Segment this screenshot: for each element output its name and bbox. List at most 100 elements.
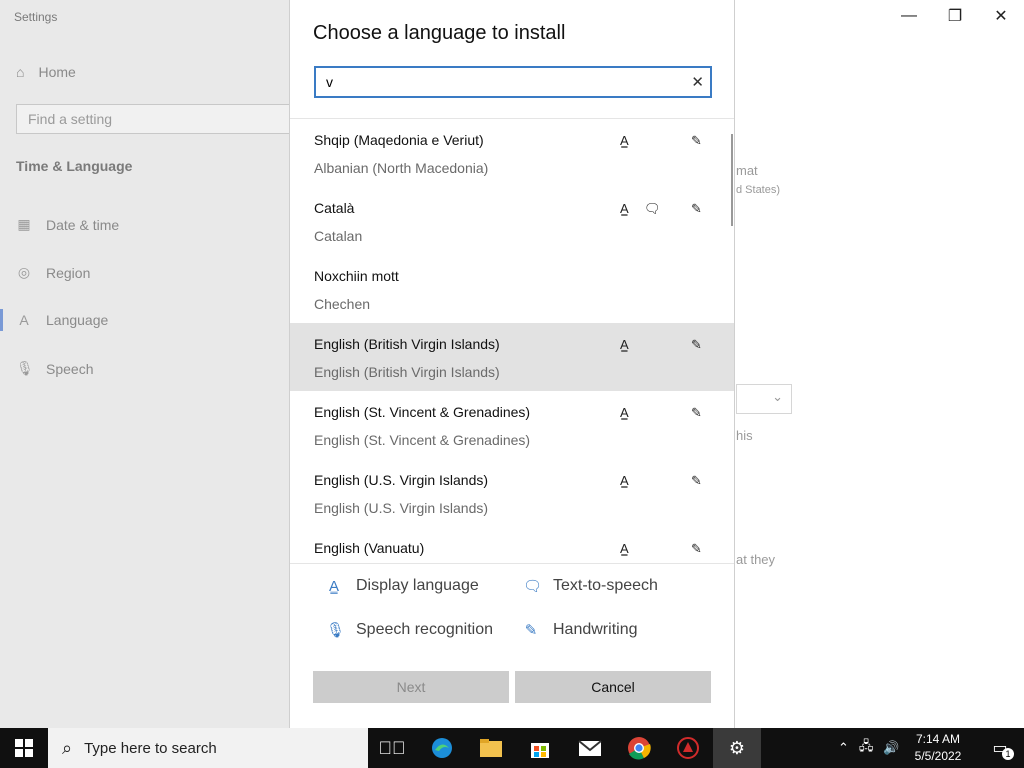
system-tray: ⌃ 🖧 🔊 — [838, 728, 900, 768]
legend-label: Handwriting — [553, 621, 638, 638]
clock-date: 5/5/2022 — [914, 749, 962, 763]
restore-button[interactable]: ❐ — [932, 0, 978, 32]
settings-gear-icon[interactable]: ⚙ — [713, 728, 761, 768]
text-to-speech-icon: 🗨 — [523, 578, 543, 595]
taskbar-search-placeholder: Type here to search — [84, 739, 217, 757]
language-english-name: English (U.S. Virgin Islands) — [314, 500, 489, 516]
handwriting-icon: ✎ — [691, 133, 702, 148]
legend-label: Speech recognition — [356, 621, 493, 638]
language-search-input[interactable] — [326, 73, 666, 91]
restore-icon: ❐ — [947, 8, 963, 25]
handwriting-icon: ✎ — [691, 541, 702, 556]
minimize-icon: — — [901, 7, 917, 24]
network-icon[interactable]: 🖧 — [859, 737, 874, 759]
display-language-icon: A͇ — [328, 577, 339, 595]
legend-speech-recognition: 🎙 Speech recognition — [326, 621, 493, 639]
language-item[interactable]: English (St. Vincent & Grenadines) Engli… — [290, 391, 734, 459]
legend-label: Display language — [356, 577, 479, 594]
clock[interactable]: 7:14 AM 5/5/2022 — [908, 731, 968, 765]
nav-label-region: Region — [46, 264, 91, 281]
display-language-icon: A͇ — [620, 541, 629, 556]
start-button[interactable] — [0, 728, 48, 768]
edge-browser-icon[interactable] — [418, 728, 466, 768]
background-text: mat — [736, 163, 758, 178]
home-label: Home — [38, 64, 76, 80]
language-english-name: Albanian (North Macedonia) — [314, 160, 489, 176]
language-native-name: Noxchiin mott — [314, 268, 399, 284]
handwriting-icon: ✎ — [691, 337, 702, 352]
handwriting-icon: ✎ — [691, 473, 702, 488]
language-native-name: English (British Virgin Islands) — [314, 336, 500, 352]
handwriting-icon: ✎ — [691, 201, 702, 216]
nav-label-speech: Speech — [46, 360, 94, 377]
nav-item-region[interactable]: ◎ Region — [16, 264, 90, 281]
list-scrollbar[interactable] — [731, 134, 733, 226]
language-search-box[interactable]: ✕ — [314, 66, 712, 98]
taskbar: ⌕ Type here to search ▯⃞ ⚙ ⌃ 🖧 🔊 7:14 AM… — [0, 728, 1024, 768]
choose-language-dialog: Choose a language to install ✕ Shqip (Ma… — [289, 0, 735, 728]
text-to-speech-icon: 🗨 — [644, 201, 661, 216]
language-item[interactable]: English (Vanuatu) A͇ ✎ — [290, 527, 734, 562]
language-list: Shqip (Maqedonia e Veriut) Albanian (Nor… — [290, 119, 734, 562]
find-setting-input[interactable]: Find a setting — [16, 104, 316, 134]
language-item[interactable]: Noxchiin mott Chechen — [290, 255, 734, 323]
next-button[interactable]: Next — [313, 671, 509, 703]
chevron-up-icon[interactable]: ⌃ — [838, 740, 849, 756]
volume-icon[interactable]: 🔊 — [883, 740, 899, 756]
language-native-name: English (St. Vincent & Grenadines) — [314, 404, 531, 420]
search-icon: ⌕ — [62, 737, 73, 758]
nav-item-date-time[interactable]: ▦ Date & time — [16, 216, 119, 233]
language-native-name: English (U.S. Virgin Islands) — [314, 472, 489, 488]
legend-label: Text-to-speech — [553, 577, 658, 594]
language-native-name: English (Vanuatu) — [314, 540, 425, 556]
dialog-title: Choose a language to install — [313, 22, 566, 44]
language-english-name: English (St. Vincent & Grenadines) — [314, 432, 531, 448]
nav-item-speech[interactable]: 🎙 Speech — [16, 360, 93, 377]
taskbar-search-box[interactable]: ⌕ Type here to search — [48, 728, 368, 768]
language-item[interactable]: Català Catalan A͇ 🗨 ✎ — [290, 187, 734, 255]
legend-text-to-speech: 🗨 Text-to-speech — [523, 577, 658, 595]
nav-item-language[interactable]: A Language — [16, 312, 108, 328]
mail-icon[interactable] — [566, 728, 614, 768]
language-item-selected[interactable]: English (British Virgin Islands) English… — [290, 323, 734, 391]
notification-badge: 1 — [1002, 748, 1014, 760]
close-button[interactable]: ✕ — [978, 0, 1024, 32]
legend-handwriting: ✎ Handwriting — [523, 621, 638, 639]
close-icon: ✕ — [994, 8, 1008, 25]
language-english-name: Chechen — [314, 296, 371, 312]
clock-time: 7:14 AM — [915, 732, 961, 746]
language-icon: A — [19, 312, 29, 328]
notification-center-icon[interactable]: ▭ 1 — [976, 728, 1024, 768]
background-text: d States) — [736, 184, 781, 196]
home-icon: ⌂ — [16, 64, 25, 80]
background-text: his — [736, 428, 753, 443]
handwriting-icon: ✎ — [524, 622, 538, 639]
language-english-name: English (British Virgin Islands) — [314, 364, 500, 380]
display-language-icon: A͇ — [620, 405, 629, 420]
language-english-name: Catalan — [314, 228, 363, 244]
window-controls: — ❐ ✕ — [886, 0, 1024, 32]
home-nav-item[interactable]: ⌂ Home — [16, 64, 76, 80]
legend-display-language: A͇ Display language — [326, 577, 479, 595]
chevron-down-icon: ⌄ — [772, 389, 783, 404]
active-indicator — [0, 309, 3, 331]
language-item[interactable]: Shqip (Maqedonia e Veriut) Albanian (Nor… — [290, 119, 734, 187]
clear-icon[interactable]: ✕ — [691, 73, 704, 91]
section-title: Time & Language — [16, 158, 133, 174]
display-language-icon: A͇ — [620, 133, 629, 148]
minimize-button[interactable]: — — [886, 0, 932, 32]
file-explorer-icon[interactable] — [467, 728, 515, 768]
security-app-icon[interactable] — [664, 728, 712, 768]
microphone-icon: 🎙 — [326, 622, 346, 639]
language-item[interactable]: English (U.S. Virgin Islands) English (U… — [290, 459, 734, 527]
display-language-icon: A͇ — [620, 337, 629, 352]
background-dropdown: ⌄ — [736, 384, 792, 414]
language-native-name: Català — [314, 200, 355, 216]
globe-icon: ◎ — [17, 264, 31, 280]
task-view-icon[interactable]: ▯⃞ — [368, 728, 416, 768]
store-icon[interactable] — [516, 728, 564, 768]
nav-label-date-time: Date & time — [46, 216, 120, 233]
calendar-clock-icon: ▦ — [17, 216, 31, 232]
cancel-button[interactable]: Cancel — [515, 671, 711, 703]
chrome-icon[interactable] — [615, 728, 663, 768]
